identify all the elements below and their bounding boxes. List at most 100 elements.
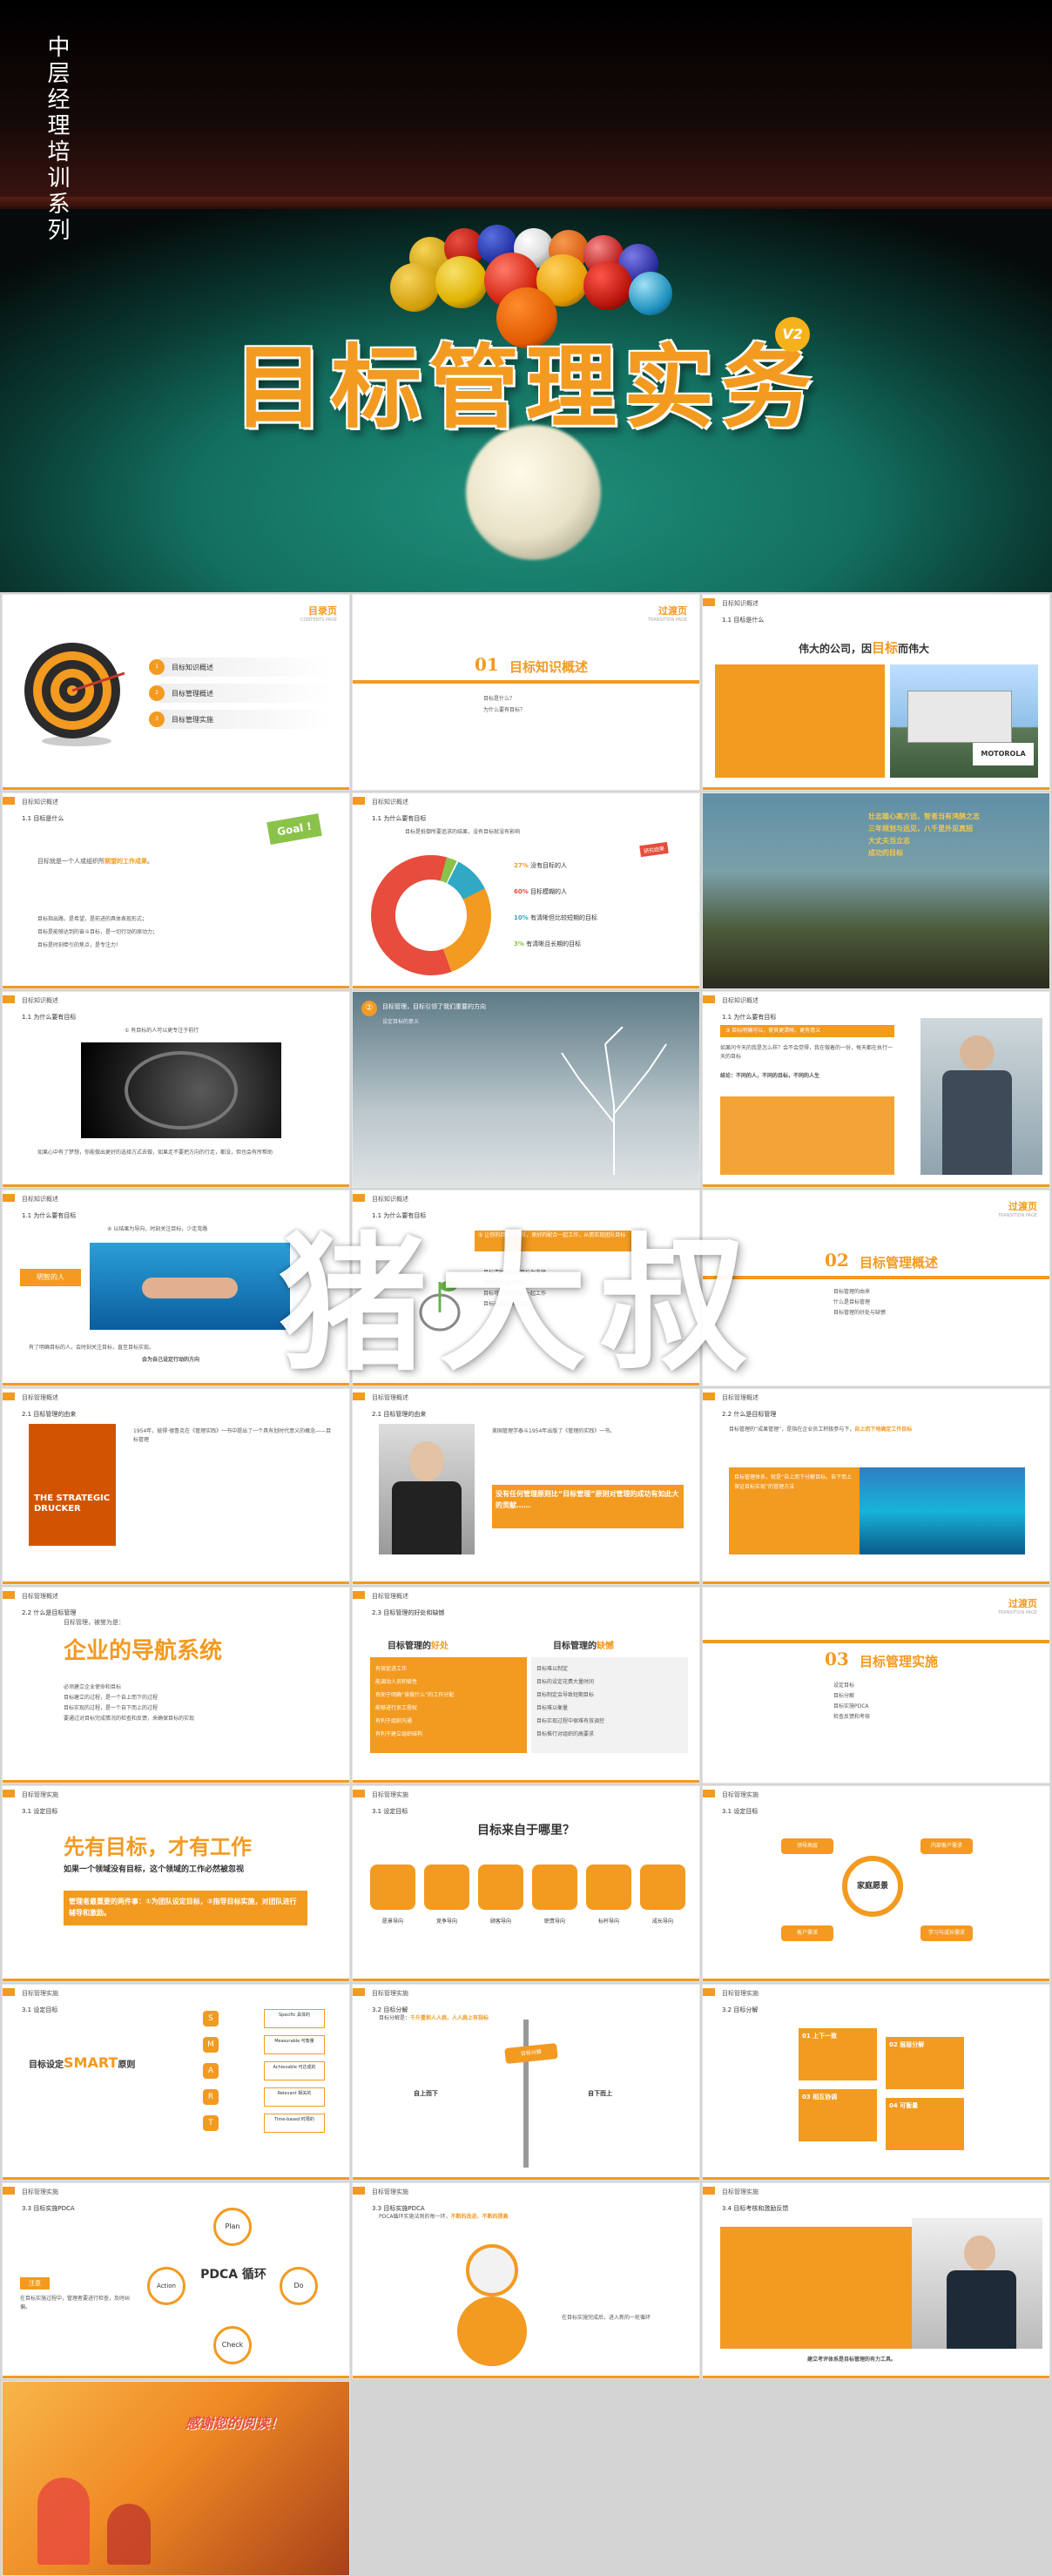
header-title: 目标知识概述 — [22, 1196, 58, 1203]
menu-item-2[interactable]: 2 目标管理概述 — [149, 684, 334, 703]
series-title: 中层经理培训系列 — [44, 35, 70, 244]
cycle-plan: Plan — [213, 2208, 252, 2246]
note-text: 在目标实施过程中，管理者要进行检查，及时纠偏。 — [20, 2296, 131, 2310]
caption: 有了明确目标的人，会时刻关注目标，直至目标实现。 — [29, 1345, 155, 1351]
header-title: 目标管理实施 — [22, 1791, 58, 1798]
sub-title: 2.2 什么是目标管理 — [22, 1609, 77, 1616]
slide-what-is-goal[interactable]: 目标知识概述 1.1 目标是什么 Goal ! 目标就是一个人或组织所期望的工作… — [2, 792, 350, 989]
tag-label: 研究结果 — [639, 841, 669, 858]
stat-text: 有清晰但比较短期的目标 — [530, 914, 597, 921]
cue-ball — [466, 425, 601, 560]
slide-goal-sources[interactable]: 目标管理实施 3.1 设定目标 目标来自于哪里？ 愿景导向 竞争导向 顾客导向 … — [352, 1785, 700, 1982]
bullet: 目标建立的过程，是一个自上而下的过程 — [64, 1695, 158, 1701]
poem-line: 大丈夫当立志 — [868, 837, 910, 845]
header-title: 目标管理概述 — [22, 1394, 58, 1401]
slide-origin-book[interactable]: 目标管理概述 2.1 目标管理的由来 THE STRATEGIC DRUCKER… — [2, 1388, 350, 1585]
sub-title: 2.2 什么是目标管理 — [722, 1411, 777, 1418]
bullet: 目标是什么？ — [483, 696, 516, 702]
header-title: 目标管理概述 — [22, 1593, 58, 1600]
smart-word: Specific 具体的 — [264, 2009, 325, 2028]
presenter-photo — [912, 2218, 1042, 2349]
source-label: 标杆导向 — [597, 1919, 619, 1925]
sub-title: 1.1 目标是什么 — [722, 617, 765, 624]
cons-title: 目标管理的 — [553, 1642, 597, 1651]
slide-decomposition-steps[interactable]: 目标管理实施 3.2 目标分解 01 上下一致 02 层层分解 03 相互协调 … — [702, 1984, 1050, 2181]
conclusion: 会为自己设定行动的方向 — [142, 1357, 200, 1363]
item-number: 2 — [149, 685, 165, 701]
menu-item-label: 目标管理实施 — [172, 716, 213, 724]
bullet: 设定目标 — [833, 1682, 855, 1689]
bullet: 什么是目标管理 — [833, 1299, 871, 1305]
headline-highlight: 目标 — [872, 640, 899, 656]
slide-army-image[interactable]: 壮志雄心高方远，智者当有鸿鹄之志 三年规划与远见，八千里外见真招 大丈夫当立志 … — [702, 792, 1050, 989]
slide-great-company[interactable]: 目标知识概述 1.1 目标是什么 伟大的公司，因目标而伟大 MOTOROLA — [702, 594, 1050, 791]
cons-item: 目标实现过程中很难有效调控 — [536, 1718, 605, 1724]
signpost-pole — [523, 2020, 529, 2168]
pdca-wheels — [457, 2244, 527, 2366]
billiard-ball — [629, 272, 672, 315]
conclusion: 建立考评体系是目标管理的有力工具。 — [807, 2357, 897, 2363]
paragraph-highlight: 千斤重担人人挑，人人肩上有指标 — [410, 2015, 489, 2021]
sub-title: 2.1 目标管理的由来 — [372, 1411, 427, 1418]
cons-highlight: 缺憾 — [597, 1642, 614, 1651]
sub-title: 3.1 设定目标 — [722, 1808, 759, 1815]
sub-title: 3.4 目标考核和激励反馈 — [722, 2205, 789, 2212]
slide-title: 过渡页 — [1008, 1598, 1037, 1609]
poem-line: 壮志雄心高方远，智者当有鸿鹄之志 — [868, 813, 980, 820]
slide-what-is-mbo[interactable]: 目标管理概述 2.2 什么是目标管理 目标管理的“成果管理”，是指在企业员工积极… — [702, 1388, 1050, 1585]
menu-item-label: 目标管理概述 — [172, 690, 213, 698]
slide-decomposition[interactable]: 目标管理实施 3.2 目标分解 目标分解是：千斤重担人人挑，人人肩上有指标 目标… — [352, 1984, 700, 2181]
slide-why-goal-stats[interactable]: 目标知识概述 1.1 为什么要有目标 目标是抵御所要追求的结果，没有目标就没有影… — [352, 792, 700, 989]
version-badge: V2 — [775, 317, 810, 352]
slide-pros-cons[interactable]: 目标管理概述 2.3 目标管理的好处和缺憾 目标管理的好处 目标管理的缺憾 有效… — [352, 1587, 700, 1784]
bullet: 目标管理的由来 — [833, 1289, 871, 1295]
slide-pdca-cycle[interactable]: 目标管理实施 3.3 目标实施PDCA PDCA 循环 Plan Do Chec… — [2, 2182, 350, 2379]
direction-label: 自上而下 — [414, 2090, 438, 2097]
slide-navigation[interactable]: 目标管理概述 2.2 什么是目标管理 目标管理，被誉为是： 企业的导航系统 必须… — [2, 1587, 350, 1784]
sub-title: 3.1 设定目标 — [372, 1808, 408, 1815]
slide-thanks[interactable]: 感谢您的阅读！ — [2, 2381, 350, 2576]
slide-transition-1[interactable]: 过渡页 TRANSITION PAGE 01 目标知识概述 目标是什么？ 为什么要… — [352, 594, 700, 791]
slide-transition-3[interactable]: 过渡页 TRANSITION PAGE 03 目标管理实施 设定目标 目标分解 目… — [702, 1587, 1050, 1784]
slide-contents[interactable]: 目录页 CONTENTS PAGE 1 目标知识概述 2 目标管理概述 3 目标管理实施 — [2, 594, 350, 791]
sub-title: 1.1 为什么要有目标 — [722, 1014, 777, 1021]
text-box — [720, 2227, 912, 2349]
cover-slide: 中层经理培训系列 目标管理实务 V2 — [0, 0, 1052, 592]
table-rail — [0, 0, 1052, 200]
menu-item-3[interactable]: 3 目标管理实施 — [149, 710, 334, 729]
source-label: 竞争导向 — [435, 1919, 457, 1925]
slide-drucker[interactable]: 目标管理概述 2.1 目标管理的由来 美国管理学泰斗1954年出版了《管理的实践… — [352, 1388, 700, 1585]
header-title: 目标知识概述 — [372, 799, 408, 806]
step-box: 03 相互协调 — [799, 2089, 877, 2141]
slide-clarity[interactable]: 目标知识概述 1.1 为什么要有目标 ③ 目标明确可以，使其更清晰，更有意义 如… — [702, 991, 1050, 1188]
stat-value: 27% — [514, 862, 529, 869]
sub-title: 3.1 设定目标 — [22, 1808, 58, 1815]
header-title: 目标管理实施 — [722, 1791, 759, 1798]
sub-title: 3.3 目标实施PDCA — [372, 2205, 425, 2212]
label: 在目标实施完成后，进入新的一轮循环 — [562, 2315, 651, 2321]
section-number: 03 — [825, 1649, 849, 1669]
bicycle-wheel-photo — [81, 1042, 281, 1138]
slide-tree[interactable]: ② 目标管理，目标引领了我们重要的方向 设定目标的意义 — [352, 991, 700, 1188]
slide-pdca-progress[interactable]: 目标管理实施 3.3 目标实施PDCA PDCA循环实施法则的每一环，不断的改进… — [352, 2182, 700, 2379]
menu-item-1[interactable]: 1 目标知识概述 — [149, 657, 334, 677]
question: ① 有目标的人可以更专注于前行 — [125, 1028, 199, 1034]
slide-evaluation[interactable]: 目标管理实施 3.4 目标考核和激励反馈 建立考评体系是目标管理的有力工具。 — [702, 2182, 1050, 2379]
slide-smart[interactable]: 目标管理实施 3.1 设定目标 目标设定SMART原则 S M A R T Sp… — [2, 1984, 350, 2181]
header-title: 目标管理实施 — [372, 1791, 408, 1798]
slide-vision-map[interactable]: 目标管理实施 3.1 设定目标 家庭愿景 领导高层 内部客户需求 客户需求 学习… — [702, 1785, 1050, 1982]
header-title: 目标知识概述 — [722, 600, 759, 607]
header-title: 目标知识概述 — [22, 997, 58, 1004]
big-title: 先有目标，才有工作 — [64, 1835, 252, 1859]
ocean-photo — [860, 1467, 1025, 1554]
paragraph: 目标管理的“成果管理”，是指在企业员工积极参与下， — [729, 1426, 855, 1433]
smart-highlight: SMART — [64, 2054, 118, 2071]
text-box — [715, 664, 885, 778]
drucker-portrait — [379, 1424, 475, 1554]
question: ④ 以结果为导向，时刻关注目标，少走弯路 — [107, 1226, 208, 1232]
bullet: 检查反馈和考核 — [833, 1714, 871, 1720]
slide-goal-first[interactable]: 目标管理实施 3.1 设定目标 先有目标，才有工作 如果一个领域没有目标，这个领… — [2, 1785, 350, 1982]
pros-title: 目标管理的 — [388, 1642, 431, 1651]
pros-box: 有效促进工作 能调动人员积极性 有助于明确“谁做什么”的工作分配 能够进行员工授权 有利… — [370, 1657, 527, 1753]
slide-focus[interactable]: 目标知识概述 1.1 为什么要有目标 ① 有目标的人可以更专注于前行 如果心中有… — [2, 991, 350, 1188]
